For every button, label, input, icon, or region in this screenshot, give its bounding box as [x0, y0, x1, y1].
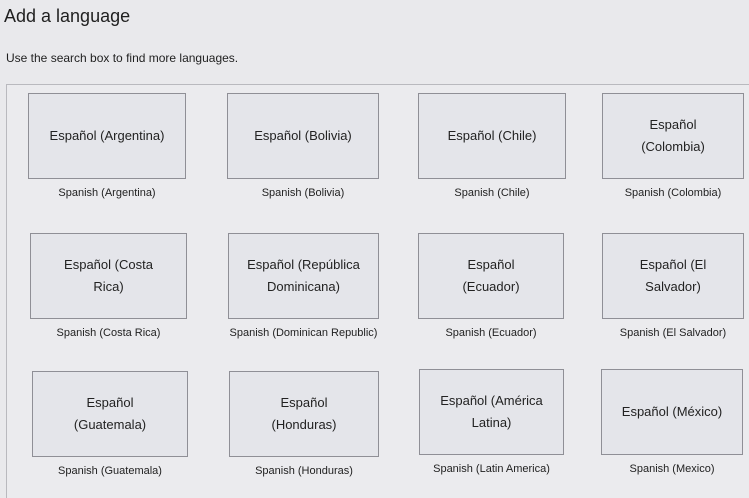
language-tile[interactable]: Español (Argentina)	[28, 93, 186, 179]
language-grid: Español (Argentina) Spanish (Argentina) …	[7, 85, 749, 498]
language-caption: Spanish (Colombia)	[624, 187, 722, 199]
language-tile[interactable]: Español (Ecuador)	[418, 233, 564, 319]
page-title: Add a language	[4, 6, 131, 26]
language-caption: Spanish (Chile)	[454, 187, 530, 199]
language-list-panel: Español (Argentina) Spanish (Argentina) …	[6, 84, 749, 498]
language-caption: Spanish (Argentina)	[58, 187, 156, 199]
language-caption: Spanish (Guatemala)	[58, 465, 162, 477]
language-tile[interactable]: Español (Bolivia)	[227, 93, 379, 179]
language-tile[interactable]: Español (Honduras)	[229, 371, 379, 457]
language-tile[interactable]: Español (Guatemala)	[32, 371, 188, 457]
language-tile[interactable]: Español (México)	[601, 369, 743, 455]
language-caption: Spanish (Dominican Republic)	[229, 327, 378, 339]
language-tile[interactable]: Español (El Salvador)	[602, 233, 744, 319]
language-caption: Spanish (Costa Rica)	[56, 327, 161, 339]
search-hint: Use the search box to find more language…	[6, 51, 239, 65]
language-tile[interactable]: Español (Costa Rica)	[30, 233, 187, 319]
language-caption: Spanish (Bolivia)	[261, 187, 345, 199]
language-tile[interactable]: Español (Chile)	[418, 93, 566, 179]
language-caption: Spanish (Latin America)	[433, 463, 550, 475]
language-caption: Spanish (Ecuador)	[445, 327, 537, 339]
language-tile[interactable]: Español (América Latina)	[419, 369, 564, 455]
add-language-page: Add a language Use the search box to fin…	[0, 0, 749, 498]
language-caption: Spanish (Honduras)	[255, 465, 353, 477]
language-tile[interactable]: Español (República Dominicana)	[228, 233, 379, 319]
language-caption: Spanish (El Salvador)	[619, 327, 727, 339]
language-tile[interactable]: Español (Colombia)	[602, 93, 744, 179]
language-caption: Spanish (Mexico)	[629, 463, 715, 475]
